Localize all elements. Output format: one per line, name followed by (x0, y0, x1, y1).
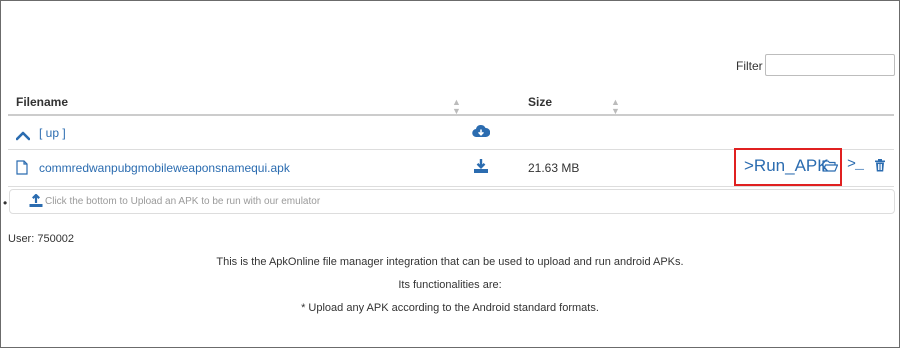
up-link[interactable]: [ up ] (39, 126, 66, 140)
upload-hint[interactable]: Click the bottom to Upload an APK to be … (45, 196, 320, 207)
terminal-icon[interactable]: >_ (847, 156, 864, 173)
file-link[interactable]: commredwanpubgmobileweaponsnamequi.apk (39, 161, 290, 175)
trash-icon[interactable] (874, 159, 886, 177)
row-divider (8, 186, 894, 187)
cloud-download-icon[interactable] (472, 124, 491, 143)
chevron-up-icon[interactable] (15, 128, 31, 146)
file-size: 21.63 MB (528, 161, 580, 175)
filter-label: Filter (736, 59, 763, 73)
info-line-1: This is the ApkOnline file manager integ… (216, 256, 684, 268)
filename-header[interactable]: Filename (16, 95, 68, 109)
header-divider (8, 114, 894, 116)
user-label: User: 750002 (8, 233, 75, 245)
filter-input[interactable] (765, 54, 895, 76)
upload-icon[interactable] (29, 193, 43, 212)
info-line-2: Its functionalities are: (398, 279, 502, 291)
folder-open-icon[interactable] (822, 159, 839, 177)
size-header[interactable]: Size (528, 95, 552, 109)
upload-bullet: • (3, 196, 8, 210)
download-icon[interactable] (473, 158, 489, 179)
file-icon (16, 160, 28, 180)
info-line-3: * Upload any APK according to the Androi… (301, 302, 599, 314)
run-apk-button[interactable]: >Run_APK (744, 156, 829, 176)
